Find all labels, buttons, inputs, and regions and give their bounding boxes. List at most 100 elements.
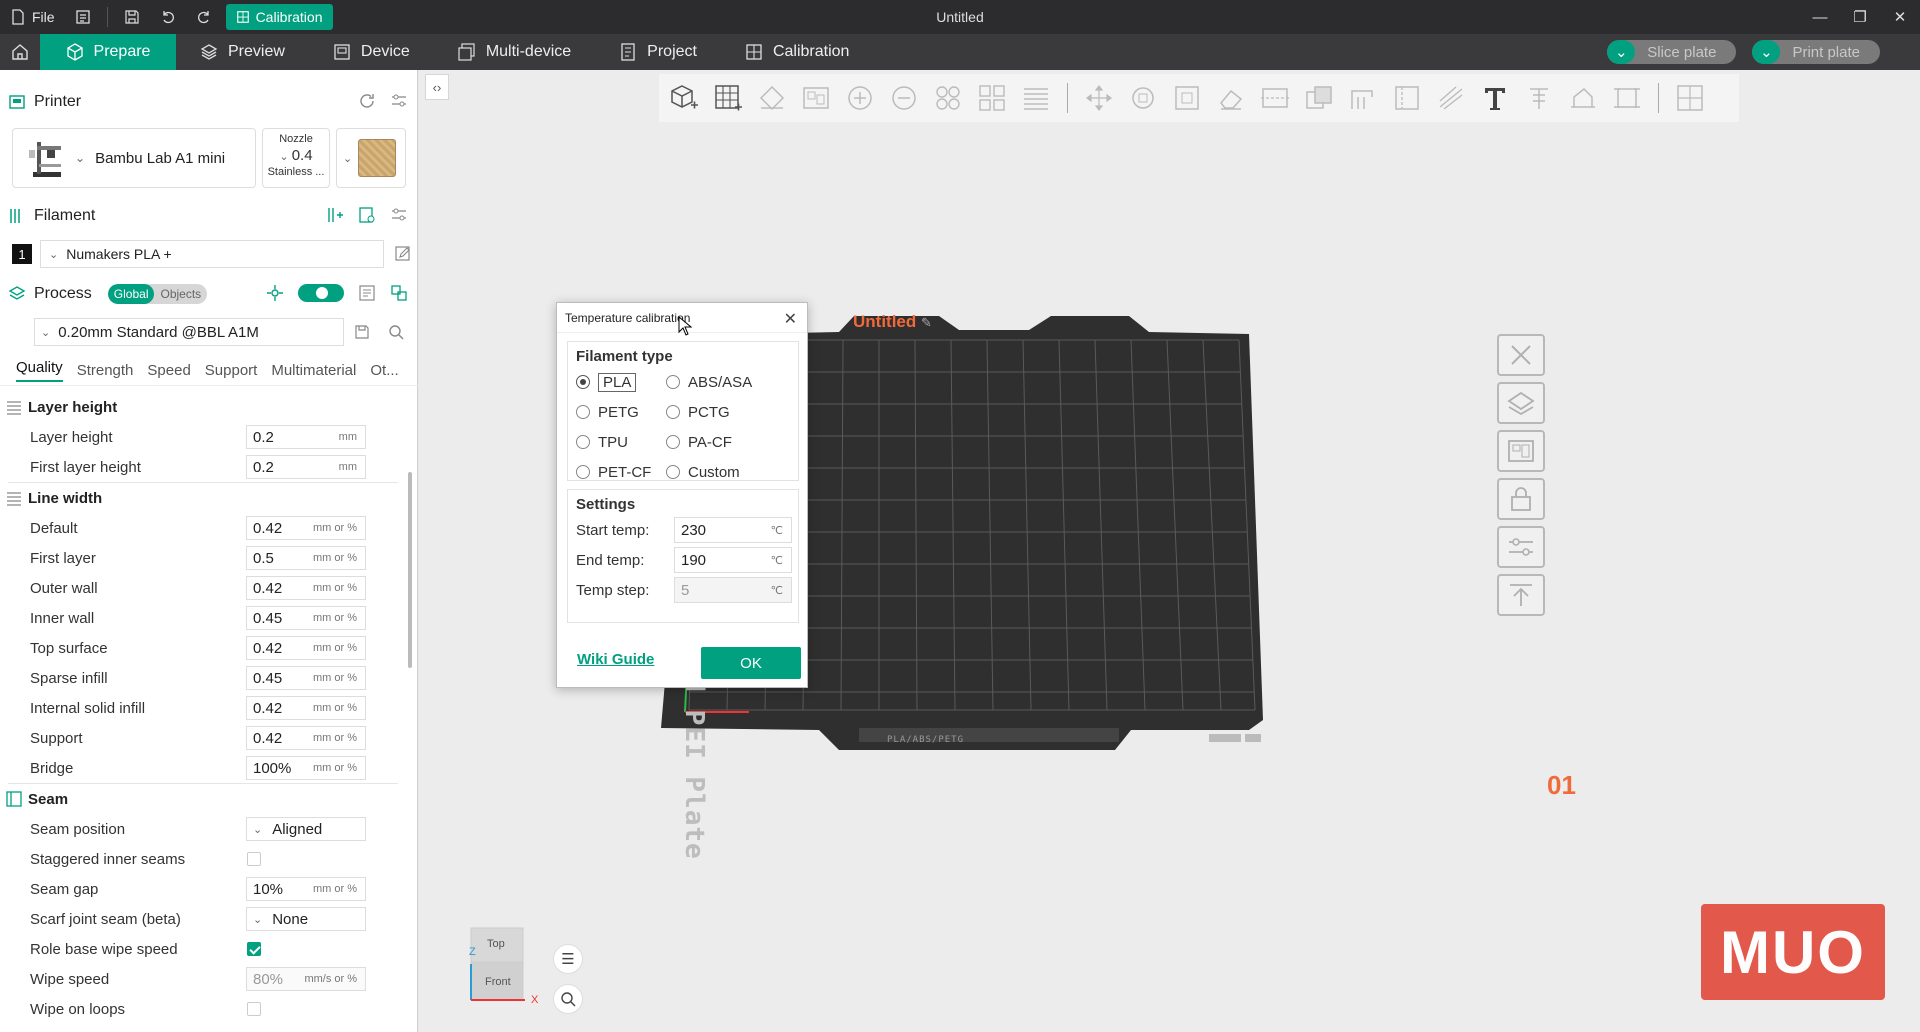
navigation-cube[interactable]: Top Front Z X — [453, 924, 543, 1018]
line-width-bridge-input[interactable]: 100% mm or % — [246, 756, 366, 780]
redo-button[interactable] — [186, 0, 222, 34]
advanced-icon[interactable] — [266, 284, 284, 302]
close-window-button[interactable]: ✕ — [1880, 0, 1920, 34]
wipe-speed-input[interactable]: 80% mm/s or % — [246, 967, 366, 991]
plate-type-selector[interactable]: ⌄ — [336, 128, 406, 188]
print-plate-button[interactable]: ⌄ Print plate — [1752, 40, 1880, 64]
view-menu-button[interactable]: ☰ — [553, 944, 583, 974]
add-instance-button[interactable] — [843, 81, 877, 115]
subtab-strength[interactable]: Strength — [77, 362, 134, 379]
filament-selector[interactable]: ⌄ Numakers PLA + — [40, 240, 384, 268]
file-menu[interactable]: File — [0, 0, 65, 34]
refresh-icon[interactable] — [358, 92, 376, 110]
save-preset-icon[interactable] — [354, 324, 370, 340]
subtab-quality[interactable]: Quality — [16, 359, 63, 382]
variable-layer-button[interactable] — [1019, 81, 1053, 115]
subtab-other[interactable]: Ot... — [370, 362, 398, 379]
home-button[interactable] — [0, 34, 40, 70]
arrange-plate-button[interactable] — [1497, 430, 1545, 472]
assembly-button[interactable] — [1610, 81, 1644, 115]
tab-preview[interactable]: Preview — [176, 34, 309, 70]
mesh-boolean-button[interactable] — [1302, 81, 1336, 115]
temp-step-input[interactable]: 5 ℃ — [674, 577, 792, 603]
tab-multi-device[interactable]: Multi-device — [434, 34, 595, 70]
lock-plate-button[interactable] — [1497, 478, 1545, 520]
support-paint-button[interactable] — [1346, 81, 1380, 115]
line-width-sparse-infill-input[interactable]: 0.45 mm or % — [246, 666, 366, 690]
start-temp-input[interactable]: 230 ℃ — [674, 517, 792, 543]
emboss-button[interactable] — [1522, 81, 1556, 115]
end-temp-input[interactable]: 190 ℃ — [674, 547, 792, 573]
save-button[interactable] — [114, 0, 150, 34]
minimize-button[interactable]: — — [1800, 0, 1840, 34]
slice-dropdown[interactable]: ⌄ — [1607, 40, 1636, 64]
radio-pla[interactable]: PLA — [576, 371, 666, 393]
seam-gap-input[interactable]: 10% mm or % — [246, 877, 366, 901]
line-width-default-input[interactable]: 0.42 mm or % — [246, 516, 366, 540]
settings-sliders-icon[interactable] — [390, 92, 408, 110]
seam-position-select[interactable]: ⌄ Aligned — [246, 817, 366, 841]
scope-global[interactable]: Global — [107, 284, 155, 304]
process-sync-icon[interactable] — [390, 284, 408, 302]
calibration-quick-button[interactable]: Calibration — [225, 4, 333, 30]
line-width-first-layer-input[interactable]: 0.5 mm or % — [246, 546, 366, 570]
delete-plate-button[interactable] — [1497, 334, 1545, 376]
radio-pctg[interactable]: PCTG — [666, 401, 776, 423]
line-width-support-input[interactable]: 0.42 mm or % — [246, 726, 366, 750]
add-object-button[interactable] — [667, 81, 701, 115]
collapse-sidebar-button[interactable]: ‹› — [425, 74, 449, 100]
rotate-button[interactable] — [1126, 81, 1160, 115]
scope-objects[interactable]: Objects — [154, 284, 207, 304]
split-objects-button[interactable] — [931, 81, 965, 115]
subtab-speed[interactable]: Speed — [147, 362, 190, 379]
print-dropdown[interactable]: ⌄ — [1752, 40, 1781, 64]
compare-icon[interactable] — [358, 284, 376, 302]
measure-button[interactable] — [1566, 81, 1600, 115]
seam-paint-button[interactable] — [1390, 81, 1424, 115]
line-width-internal-solid-infill-input[interactable]: 0.42 mm or % — [246, 696, 366, 720]
printer-selector[interactable]: ⌄ Bambu Lab A1 mini — [12, 128, 256, 188]
auto-orient-button[interactable] — [755, 81, 789, 115]
radio-petg[interactable]: PETG — [576, 401, 666, 423]
split-parts-button[interactable] — [975, 81, 1009, 115]
orient-plate-button[interactable] — [1497, 382, 1545, 424]
wipe-on-loops-checkbox[interactable] — [247, 1002, 261, 1016]
tab-project[interactable]: Project — [595, 34, 721, 70]
ok-button[interactable]: OK — [701, 647, 801, 679]
edit-plate-icon[interactable]: ✎ — [921, 315, 932, 330]
radio-abs-asa[interactable]: ABS/ASA — [666, 371, 776, 393]
radio-custom[interactable]: Custom — [666, 461, 776, 483]
remove-instance-button[interactable] — [887, 81, 921, 115]
layer-height-input[interactable]: 0.2 mm — [246, 425, 366, 449]
edit-icon[interactable] — [394, 245, 412, 263]
first-layer-height-input[interactable]: 0.2 mm — [246, 455, 366, 479]
subtab-support[interactable]: Support — [205, 362, 258, 379]
add-plate-button[interactable] — [711, 81, 745, 115]
zoom-button[interactable] — [553, 984, 583, 1014]
filament-sync-icon[interactable] — [358, 206, 376, 224]
plate-settings-button[interactable] — [1497, 526, 1545, 568]
slice-plate-button[interactable]: ⌄ Slice plate — [1607, 40, 1737, 64]
move-to-top-button[interactable] — [1497, 574, 1545, 616]
add-filament-icon[interactable] — [326, 206, 344, 224]
arrange-button[interactable] — [799, 81, 833, 115]
line-width-outer-wall-input[interactable]: 0.42 mm or % — [246, 576, 366, 600]
undo-button[interactable] — [150, 0, 186, 34]
role-base-wipe-speed-checkbox[interactable] — [247, 942, 261, 956]
menu-button[interactable] — [65, 0, 101, 34]
lay-on-face-button[interactable] — [1214, 81, 1248, 115]
scale-button[interactable] — [1170, 81, 1204, 115]
subtab-multimaterial[interactable]: Multimaterial — [271, 362, 356, 379]
nozzle-selector[interactable]: Nozzle ⌄ 0.4 Stainless ... — [262, 128, 330, 188]
staggered-inner-seams-checkbox[interactable] — [247, 852, 261, 866]
radio-pa-cf[interactable]: PA-CF — [666, 431, 776, 453]
tab-device[interactable]: Device — [309, 34, 434, 70]
tab-prepare[interactable]: Prepare — [40, 34, 176, 70]
fuzzy-skin-button[interactable] — [1434, 81, 1468, 115]
search-icon[interactable] — [388, 324, 404, 340]
process-preset-selector[interactable]: ⌄ 0.20mm Standard @BBL A1M — [34, 318, 344, 346]
advanced-toggle[interactable] — [298, 284, 344, 302]
dialog-close-button[interactable]: ✕ — [784, 309, 797, 329]
line-width-top-surface-input[interactable]: 0.42 mm or % — [246, 636, 366, 660]
move-button[interactable] — [1082, 81, 1116, 115]
